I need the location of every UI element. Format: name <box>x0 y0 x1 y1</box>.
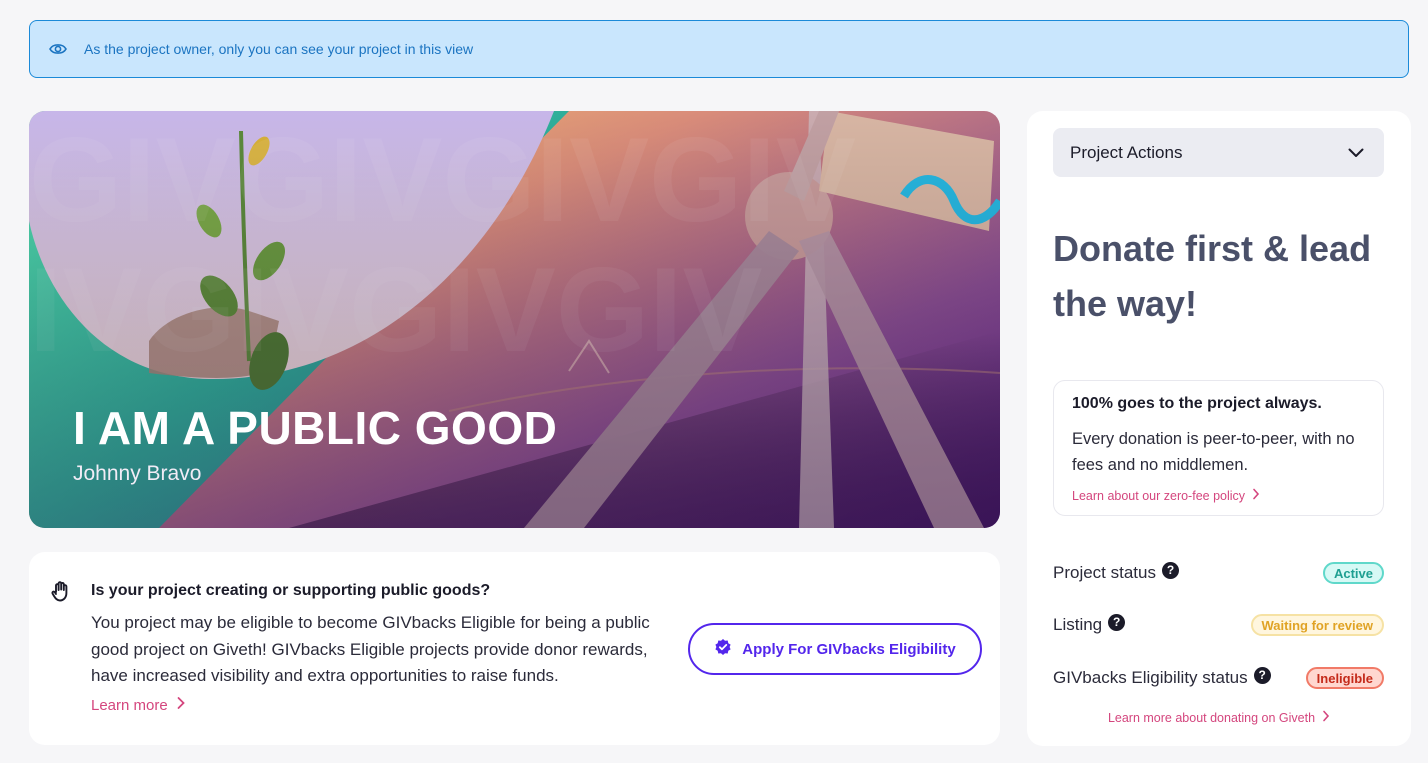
project-status-label: Project status ? <box>1053 561 1179 583</box>
help-icon[interactable]: ? <box>1253 666 1271 684</box>
listing-status-row: Listing ? Waiting for review <box>1053 611 1384 639</box>
project-hero-banner: GIVGIVGIVGIV IVGIVGIVGIV I AM A PUBLIC G… <box>29 111 1000 528</box>
status-badge-active: Active <box>1322 562 1384 584</box>
learn-more-donating-label: Learn more about donating on Giveth <box>1107 710 1316 725</box>
status-badge-ineligible: Ineligible <box>1305 667 1384 689</box>
givbacks-eligibility-label: GIVbacks Eligibility status ? <box>1053 666 1271 688</box>
givbacks-eligibility-text: GIVbacks Eligibility status <box>1053 668 1248 687</box>
public-goods-card: Is your project creating or supporting p… <box>29 552 1000 745</box>
donation-sidebar: Project Actions Donate first & lead the … <box>1027 111 1411 746</box>
chevron-right-icon <box>1322 710 1330 725</box>
verified-badge-icon <box>714 638 732 660</box>
public-goods-description: You project may be eligible to become GI… <box>91 613 650 685</box>
donate-first-heading: Donate first & lead the way! <box>1053 228 1372 324</box>
project-status-text: Project status <box>1053 563 1156 582</box>
apply-button-label: Apply For GIVbacks Eligibility <box>742 640 956 658</box>
help-icon[interactable]: ? <box>1108 613 1126 631</box>
public-goods-question: Is your project creating or supporting p… <box>91 582 491 599</box>
zero-fee-policy-label: Learn about our zero-fee policy <box>1072 488 1246 503</box>
chevron-right-icon <box>1252 488 1260 503</box>
owner-notice-banner: As the project owner, only you can see y… <box>29 20 1409 78</box>
project-title: I AM A PUBLIC GOOD <box>73 402 558 454</box>
project-status-row: Project status ? Active <box>1053 559 1384 587</box>
zero-fee-policy-link[interactable]: Learn about our zero-fee policy <box>1072 488 1260 503</box>
help-icon[interactable]: ? <box>1162 561 1179 579</box>
learn-more-donating-link[interactable]: Learn more about donating on Giveth <box>1027 710 1411 725</box>
zero-fee-text: Every donation is peer-to-peer, with no … <box>1072 430 1355 474</box>
listing-label: Listing ? <box>1053 613 1126 635</box>
raised-hand-icon <box>49 579 73 603</box>
givbacks-eligibility-row: GIVbacks Eligibility status ? Ineligible <box>1053 664 1384 692</box>
project-actions-dropdown[interactable]: Project Actions <box>1053 128 1384 177</box>
eye-icon <box>48 39 68 59</box>
learn-more-link[interactable]: Learn more <box>91 696 186 714</box>
learn-more-label: Learn more <box>91 696 168 714</box>
apply-givbacks-eligibility-button[interactable]: Apply For GIVbacks Eligibility <box>688 623 982 675</box>
project-actions-label: Project Actions <box>1070 142 1183 162</box>
listing-text: Listing <box>1053 615 1103 634</box>
project-author[interactable]: Johnny Bravo <box>73 462 201 486</box>
status-badge-waiting: Waiting for review <box>1250 614 1384 636</box>
zero-fee-info-box: 100% goes to the project always. Every d… <box>1053 380 1384 516</box>
chevron-down-icon <box>1348 143 1364 163</box>
zero-fee-headline: 100% goes to the project always. <box>1072 395 1322 412</box>
chevron-right-icon <box>176 696 186 714</box>
owner-notice-text: As the project owner, only you can see y… <box>84 41 474 57</box>
